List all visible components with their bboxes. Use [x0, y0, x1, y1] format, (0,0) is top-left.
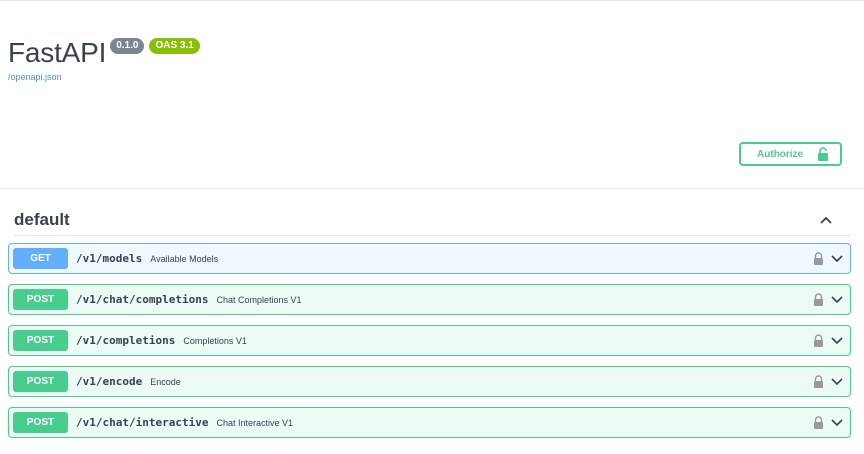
api-info: FastAPI 0.1.0 OAS 3.1 /openapi.json [8, 36, 200, 82]
operation-icons [813, 415, 844, 429]
lock-icon[interactable] [813, 292, 824, 306]
method-badge: POST [13, 412, 68, 433]
top-border [0, 0, 864, 1]
operations-list: GET /v1/models Available Models POST /v1… [8, 243, 851, 448]
operation-icons [813, 292, 844, 306]
version-badge: 0.1.0 [110, 38, 145, 54]
lock-icon[interactable] [813, 251, 824, 265]
lock-icon[interactable] [813, 415, 824, 429]
operation-post-completions[interactable]: POST /v1/completions Completions V1 [8, 325, 851, 356]
chevron-down-icon[interactable] [830, 333, 844, 347]
operation-path: /v1/chat/completions [76, 293, 209, 306]
lock-icon[interactable] [813, 374, 824, 388]
operation-post-chat-completions[interactable]: POST /v1/chat/completions Chat Completio… [8, 284, 851, 315]
lock-icon[interactable] [813, 333, 824, 347]
method-badge: POST [13, 289, 68, 310]
lock-open-icon [818, 147, 829, 161]
operation-summary: Chat Interactive V1 [216, 417, 293, 428]
method-badge: POST [13, 330, 68, 351]
operation-post-encode[interactable]: POST /v1/encode Encode [8, 366, 851, 397]
operation-icons [813, 251, 844, 265]
operation-get-models[interactable]: GET /v1/models Available Models [8, 243, 851, 274]
chevron-down-icon[interactable] [830, 251, 844, 265]
tag-section-default[interactable]: default [14, 204, 850, 236]
oas-badge: OAS 3.1 [149, 38, 200, 54]
operation-path: /v1/chat/interactive [76, 416, 209, 429]
section-divider [0, 188, 864, 189]
chevron-down-icon[interactable] [830, 374, 844, 388]
authorize-label: Authorize [757, 148, 804, 160]
operation-summary: Encode [150, 376, 181, 387]
method-badge: GET [13, 248, 68, 269]
authorize-button[interactable]: Authorize [739, 142, 842, 166]
operation-path: /v1/models [76, 252, 143, 265]
chevron-down-icon[interactable] [830, 415, 844, 429]
operation-post-chat-interactive[interactable]: POST /v1/chat/interactive Chat Interacti… [8, 407, 851, 438]
api-title: FastAPI [8, 37, 107, 68]
title-row: FastAPI 0.1.0 OAS 3.1 [8, 36, 200, 70]
operation-icons [813, 333, 844, 347]
method-badge: POST [13, 371, 68, 392]
operation-path: /v1/encode [76, 375, 143, 388]
operation-path: /v1/completions [76, 334, 176, 347]
chevron-down-icon[interactable] [830, 292, 844, 306]
operation-icons [813, 374, 844, 388]
operation-summary: Chat Completions V1 [216, 294, 302, 305]
chevron-up-icon[interactable] [818, 212, 834, 228]
openapi-json-link[interactable]: /openapi.json [8, 72, 200, 82]
operation-summary: Completions V1 [183, 335, 247, 346]
operation-summary: Available Models [150, 253, 219, 264]
tag-name: default [14, 209, 70, 229]
